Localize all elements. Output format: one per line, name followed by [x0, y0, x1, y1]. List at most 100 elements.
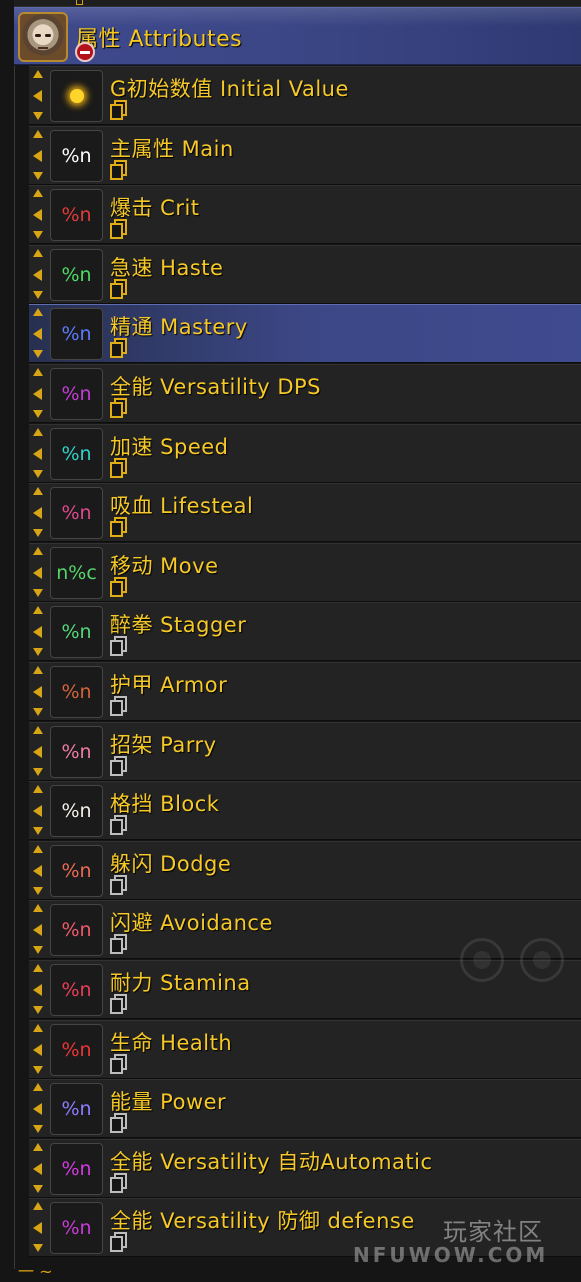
move-down-arrow-icon[interactable] [33, 172, 43, 180]
move-up-arrow-icon[interactable] [33, 1083, 43, 1091]
aura-row[interactable]: %n 精通 Mastery [29, 304, 581, 363]
move-up-arrow-icon[interactable] [33, 606, 43, 614]
group-left-arrow-icon[interactable] [33, 865, 42, 877]
aura-row[interactable]: %n 加速 Speed [29, 424, 581, 483]
load-status-document-icon [110, 279, 128, 299]
group-left-arrow-icon[interactable] [33, 626, 42, 638]
move-down-arrow-icon[interactable] [33, 589, 43, 597]
group-left-arrow-icon[interactable] [33, 984, 42, 996]
move-up-arrow-icon[interactable] [33, 785, 43, 793]
aura-row[interactable]: %n 能量 Power [29, 1079, 581, 1138]
move-up-arrow-icon[interactable] [33, 428, 43, 436]
group-left-arrow-icon[interactable] [33, 150, 42, 162]
move-controls [29, 964, 47, 1018]
aura-row[interactable]: %n 全能 Versatility 自动Automatic [29, 1139, 581, 1198]
sun-glow-icon [69, 89, 84, 103]
aura-name: 能量 Power [110, 1090, 227, 1114]
move-down-arrow-icon[interactable] [33, 1125, 43, 1133]
group-left-arrow-icon[interactable] [33, 328, 42, 340]
aura-row[interactable]: %n 躲闪 Dodge [29, 841, 581, 900]
move-down-arrow-icon[interactable] [33, 1066, 43, 1074]
group-left-arrow-icon[interactable] [33, 686, 42, 698]
aura-row[interactable]: %n 格挡 Block [29, 781, 581, 840]
document-page [110, 581, 123, 597]
move-up-arrow-icon[interactable] [33, 1024, 43, 1032]
group-left-arrow-icon[interactable] [33, 1163, 42, 1175]
move-up-arrow-icon[interactable] [33, 904, 43, 912]
aura-row[interactable]: %n 急速 Haste [29, 245, 581, 304]
move-down-arrow-icon[interactable] [33, 1185, 43, 1193]
collapse-minus-icon[interactable] [75, 42, 95, 62]
move-down-arrow-icon[interactable] [33, 648, 43, 656]
group-left-arrow-icon[interactable] [33, 805, 42, 817]
aura-row[interactable]: n%c 移动 Move [29, 543, 581, 602]
move-down-arrow-icon[interactable] [33, 529, 43, 537]
group-header-attributes[interactable]: 属性 Attributes [14, 7, 581, 65]
move-up-arrow-icon[interactable] [33, 845, 43, 853]
aura-row[interactable]: %n 吸血 Lifesteal [29, 483, 581, 542]
move-down-arrow-icon[interactable] [33, 946, 43, 954]
group-left-arrow-icon[interactable] [33, 567, 42, 579]
move-up-arrow-icon[interactable] [33, 487, 43, 495]
move-up-arrow-icon[interactable] [33, 308, 43, 316]
aura-icon-text: %n [61, 979, 92, 1001]
load-status-document-icon [110, 517, 128, 537]
move-up-arrow-icon[interactable] [33, 726, 43, 734]
move-up-arrow-icon[interactable] [33, 964, 43, 972]
aura-row[interactable]: %n 招架 Parry [29, 722, 581, 781]
aura-icon: %n [50, 308, 103, 360]
move-up-arrow-icon[interactable] [33, 189, 43, 197]
document-page [110, 700, 123, 716]
move-up-arrow-icon[interactable] [33, 70, 43, 78]
move-down-arrow-icon[interactable] [33, 112, 43, 120]
aura-row[interactable]: %n 生命 Health [29, 1020, 581, 1079]
aura-row[interactable]: G初始数值 Initial Value [29, 66, 581, 125]
move-down-arrow-icon[interactable] [33, 350, 43, 358]
move-up-arrow-icon[interactable] [33, 368, 43, 376]
move-down-arrow-icon[interactable] [33, 768, 43, 776]
group-left-arrow-icon[interactable] [33, 209, 42, 221]
move-down-arrow-icon[interactable] [33, 887, 43, 895]
group-title: 属性 Attributes [76, 27, 243, 52]
aura-row[interactable]: %n 爆击 Crit [29, 185, 581, 244]
move-controls [29, 70, 47, 124]
move-down-arrow-icon[interactable] [33, 470, 43, 478]
move-down-arrow-icon[interactable] [33, 291, 43, 299]
move-up-arrow-icon[interactable] [33, 547, 43, 555]
move-controls [29, 130, 47, 184]
aura-row[interactable]: %n 醉拳 Stagger [29, 602, 581, 661]
group-left-arrow-icon[interactable] [33, 507, 42, 519]
group-left-arrow-icon[interactable] [33, 90, 42, 102]
move-down-arrow-icon[interactable] [33, 410, 43, 418]
move-down-arrow-icon[interactable] [33, 1244, 43, 1252]
move-controls [29, 487, 47, 541]
move-up-arrow-icon[interactable] [33, 130, 43, 138]
group-left-arrow-icon[interactable] [33, 448, 42, 460]
group-left-arrow-icon[interactable] [33, 1044, 42, 1056]
load-status-document-icon [110, 815, 128, 835]
move-up-arrow-icon[interactable] [33, 249, 43, 257]
load-status-document-icon [110, 458, 128, 478]
group-left-arrow-icon[interactable] [33, 1103, 42, 1115]
aura-icon-text: %n [61, 145, 92, 167]
document-page [110, 938, 123, 954]
background-ring-icon [460, 938, 504, 982]
aura-row[interactable]: %n 主属性 Main [29, 126, 581, 185]
move-up-arrow-icon[interactable] [33, 1202, 43, 1210]
move-up-arrow-icon[interactable] [33, 1143, 43, 1151]
move-up-arrow-icon[interactable] [33, 666, 43, 674]
move-down-arrow-icon[interactable] [33, 827, 43, 835]
group-left-arrow-icon[interactable] [33, 746, 42, 758]
move-down-arrow-icon[interactable] [33, 708, 43, 716]
group-left-arrow-icon[interactable] [33, 269, 42, 281]
group-left-arrow-icon[interactable] [33, 924, 42, 936]
aura-row[interactable]: %n 全能 Versatility DPS [29, 364, 581, 423]
group-left-arrow-icon[interactable] [33, 388, 42, 400]
load-status-document-icon [110, 577, 128, 597]
document-icon [76, 0, 83, 5]
move-down-arrow-icon[interactable] [33, 231, 43, 239]
aura-row[interactable]: %n 护甲 Armor [29, 662, 581, 721]
group-left-arrow-icon[interactable] [33, 1222, 42, 1234]
move-down-arrow-icon[interactable] [33, 1006, 43, 1014]
watermark-text: 玩家社区 [443, 1218, 543, 1246]
